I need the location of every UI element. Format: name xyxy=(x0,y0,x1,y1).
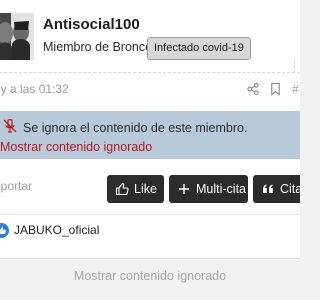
share-icon[interactable] xyxy=(247,82,260,96)
avatar-image xyxy=(0,13,34,60)
reaction-user-link[interactable]: JABUKO_oficial xyxy=(14,223,99,237)
multi-quote-button[interactable]: Multi-cita xyxy=(169,175,248,203)
plus-icon xyxy=(179,184,189,194)
quote-label: Cita xyxy=(280,182,300,196)
post-timestamp[interactable]: oy a las 01:32 xyxy=(0,82,69,96)
like-reaction-icon xyxy=(0,223,9,238)
like-button[interactable]: Like xyxy=(107,175,164,203)
show-ignored-content-button[interactable]: Mostrar contenido ignorado xyxy=(0,258,300,294)
post-card: Antisocial100 Miembro de Bronce Infectad… xyxy=(0,0,300,259)
ignored-message: Se ignora el contenido de este miembro. xyxy=(23,121,248,135)
username[interactable]: Antisocial100 xyxy=(43,16,140,33)
report-link[interactable]: eportar xyxy=(0,179,32,193)
user-badge: Infectado covid-19 xyxy=(147,37,251,60)
quote-button[interactable]: Cita xyxy=(253,175,300,203)
bookmark-icon[interactable] xyxy=(269,82,282,96)
show-ignored-content-link[interactable]: Mostrar contenido ignorado xyxy=(0,140,152,154)
ignored-content-notice: Se ignora el contenido de este miembro. … xyxy=(0,111,300,159)
multi-quote-label: Multi-cita xyxy=(196,182,247,196)
quote-icon xyxy=(263,184,273,193)
user-avatar[interactable] xyxy=(0,13,34,60)
like-label: Like xyxy=(134,182,157,196)
ignored-content-text: Se ignora el contenido de este miembro. … xyxy=(0,119,292,157)
reaction-list: JABUKO_oficial xyxy=(0,214,300,247)
header-divider xyxy=(0,72,300,73)
post-permalink-number[interactable]: # xyxy=(292,82,299,96)
forum-post-page: Antisocial100 Miembro de Bronce Infectad… xyxy=(0,0,300,300)
user-rank: Miembro de Bronce xyxy=(43,40,153,54)
post-user-header: Antisocial100 Miembro de Bronce Infectad… xyxy=(0,0,300,73)
thumbs-up-icon xyxy=(115,182,129,196)
